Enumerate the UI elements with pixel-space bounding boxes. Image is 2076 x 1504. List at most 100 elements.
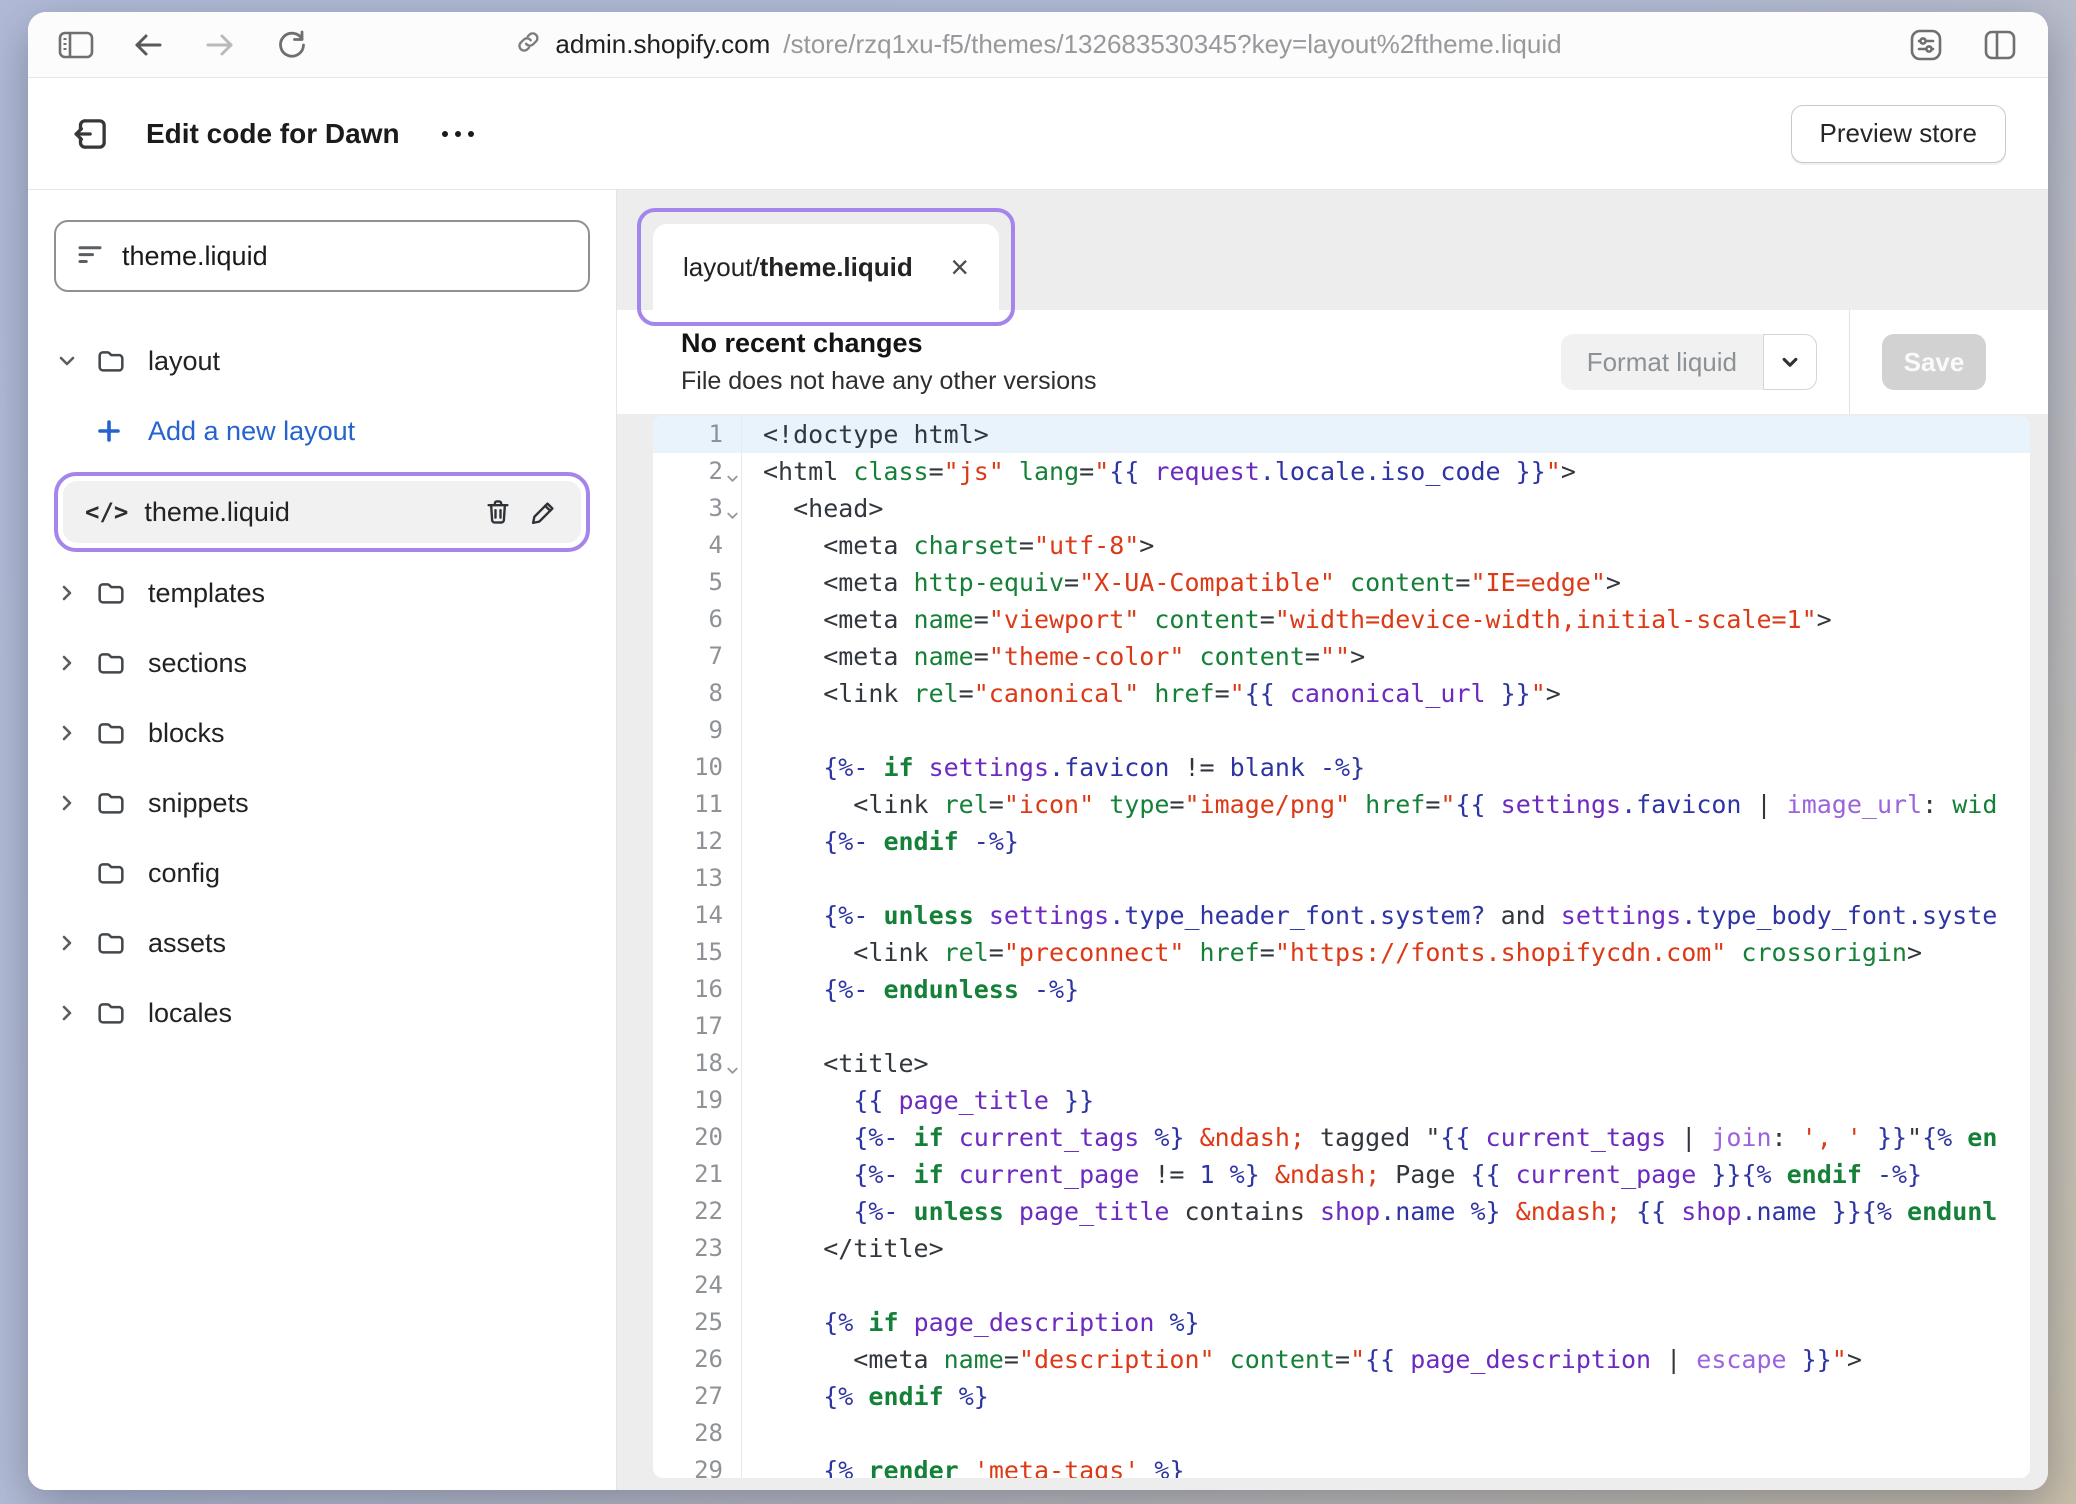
line-number: 12 [653, 823, 741, 860]
code-line: 20 {%- if current_tags %} &ndash; tagged… [653, 1119, 2030, 1156]
code-line-text: </title> [741, 1230, 944, 1267]
code-line: 10 {%- if settings.favicon != blank -%} [653, 749, 2030, 786]
code-line-text [741, 1008, 763, 1045]
code-line-text: <link rel="icon" type="image/png" href="… [741, 786, 1997, 823]
chevron-right-icon[interactable] [54, 931, 80, 955]
folder-label: assets [148, 928, 226, 959]
code-line: 11 <link rel="icon" type="image/png" hre… [653, 786, 2030, 823]
back-button-icon[interactable] [126, 23, 170, 67]
code-line-text: {%- if settings.favicon != blank -%} [741, 749, 1365, 786]
tab-theme-liquid[interactable]: layout/theme.liquid × [653, 224, 999, 310]
add-layout-button[interactable]: Add a new layout [54, 396, 590, 466]
sidebar-item-layout[interactable]: layout [54, 326, 590, 396]
line-number: 22 [653, 1193, 741, 1230]
tab-strip: layout/theme.liquid × [617, 190, 2048, 310]
folder-icon [94, 787, 132, 819]
code-line: 26 <meta name="description" content="{{ … [653, 1341, 2030, 1378]
code-line-text: {%- unless page_title contains shop.name… [741, 1193, 1997, 1230]
chevron-right-icon[interactable] [54, 651, 80, 675]
page-title: Edit code for Dawn [146, 118, 400, 150]
code-editor[interactable]: 1<!doctype html>2<html class="js" lang="… [653, 416, 2030, 1478]
preview-store-button[interactable]: Preview store [1791, 105, 2007, 163]
page-settings-icon[interactable] [1904, 23, 1948, 67]
file-item-theme-liquid[interactable]: </>theme.liquid [63, 481, 581, 543]
code-line: 19 {{ page_title }} [653, 1082, 2030, 1119]
chevron-down-icon[interactable] [54, 349, 80, 373]
code-line-text: <meta name="theme-color" content=""> [741, 638, 1365, 675]
chevron-right-icon[interactable] [54, 721, 80, 745]
editor-header: No recent changes File does not have any… [617, 310, 2048, 414]
exit-icon[interactable] [70, 113, 112, 155]
line-number: 27 [653, 1378, 741, 1415]
browser-toolbar: admin.shopify.com/store/rzq1xu-f5/themes… [28, 12, 2048, 78]
folder-icon [94, 345, 132, 377]
sidebar-item-locales[interactable]: locales [54, 978, 590, 1048]
sidebar-item-assets[interactable]: assets [54, 908, 590, 978]
code-line: 2<html class="js" lang="{{ request.local… [653, 453, 2030, 490]
chevron-right-icon[interactable] [54, 791, 80, 815]
line-number: 29 [653, 1452, 741, 1478]
folder-icon [94, 577, 132, 609]
line-number: 10 [653, 749, 741, 786]
code-line-text: {%- endif -%} [741, 823, 1019, 860]
code-line: 8 <link rel="canonical" href="{{ canonic… [653, 675, 2030, 712]
sidebar-item-config[interactable]: config [54, 838, 590, 908]
code-line-text: {%- if current_tags %} &ndash; tagged "{… [741, 1119, 1997, 1156]
line-number: 25 [653, 1304, 741, 1341]
line-number: 28 [653, 1415, 741, 1452]
code-line: 13 [653, 860, 2030, 897]
line-number: 17 [653, 1008, 741, 1045]
forward-button-icon[interactable] [198, 23, 242, 67]
code-line: 16 {%- endunless -%} [653, 971, 2030, 1008]
tab-file-label: theme.liquid [760, 252, 913, 282]
format-dropdown-button[interactable] [1763, 334, 1817, 390]
line-number: 24 [653, 1267, 741, 1304]
folder-icon [94, 717, 132, 749]
line-number: 21 [653, 1156, 741, 1193]
code-line-text: {% render 'meta-tags' %} [741, 1452, 1185, 1478]
code-line: 18 <title> [653, 1045, 2030, 1082]
folder-icon [94, 927, 132, 959]
gutter-divider [741, 416, 742, 1478]
sidebar-item-snippets[interactable]: snippets [54, 768, 590, 838]
reload-icon[interactable] [270, 23, 314, 67]
format-liquid-button[interactable]: Format liquid [1561, 334, 1763, 390]
rename-file-icon[interactable] [529, 497, 559, 527]
code-line-text: {%- endunless -%} [741, 971, 1079, 1008]
chevron-right-icon[interactable] [54, 581, 80, 605]
code-line-text: <meta http-equiv="X-UA-Compatible" conte… [741, 564, 1621, 601]
chevron-right-icon[interactable] [54, 1001, 80, 1025]
code-line: 3 <head> [653, 490, 2030, 527]
code-line: 4 <meta charset="utf-8"> [653, 527, 2030, 564]
folder-icon [94, 857, 132, 889]
delete-file-icon[interactable] [483, 497, 513, 527]
line-number: 13 [653, 860, 741, 897]
line-number: 1 [653, 416, 741, 453]
address-bar[interactable]: admin.shopify.com/store/rzq1xu-f5/themes… [514, 12, 1561, 77]
sidebar-toggle-icon[interactable] [54, 23, 98, 67]
code-line-text [741, 712, 763, 749]
sidebar-item-blocks[interactable]: blocks [54, 698, 590, 768]
file-item-label: theme.liquid [144, 497, 290, 528]
folder-label: templates [148, 578, 265, 609]
code-line-text: <meta charset="utf-8"> [741, 527, 1154, 564]
folder-label: locales [148, 998, 232, 1029]
selected-file-highlight-ring: </>theme.liquid [54, 472, 590, 552]
file-search[interactable] [54, 220, 590, 292]
more-actions-icon[interactable] [442, 131, 474, 137]
code-line-text: {%- if current_page != 1 %} &ndash; Page… [741, 1156, 1922, 1193]
line-number: 23 [653, 1230, 741, 1267]
code-line: 5 <meta http-equiv="X-UA-Compatible" con… [653, 564, 2030, 601]
save-button[interactable]: Save [1882, 334, 1986, 390]
code-line: 7 <meta name="theme-color" content=""> [653, 638, 2030, 675]
tab-close-icon[interactable]: × [950, 251, 969, 283]
code-line: 14 {%- unless settings.type_header_font.… [653, 897, 2030, 934]
code-line-text [741, 1415, 763, 1452]
code-line-text: <meta name="description" content="{{ pag… [741, 1341, 1862, 1378]
line-number: 11 [653, 786, 741, 823]
search-input[interactable] [122, 241, 570, 272]
code-line-text: <title> [741, 1045, 929, 1082]
sidebar-item-templates[interactable]: templates [54, 558, 590, 628]
split-view-icon[interactable] [1978, 23, 2022, 67]
sidebar-item-sections[interactable]: sections [54, 628, 590, 698]
